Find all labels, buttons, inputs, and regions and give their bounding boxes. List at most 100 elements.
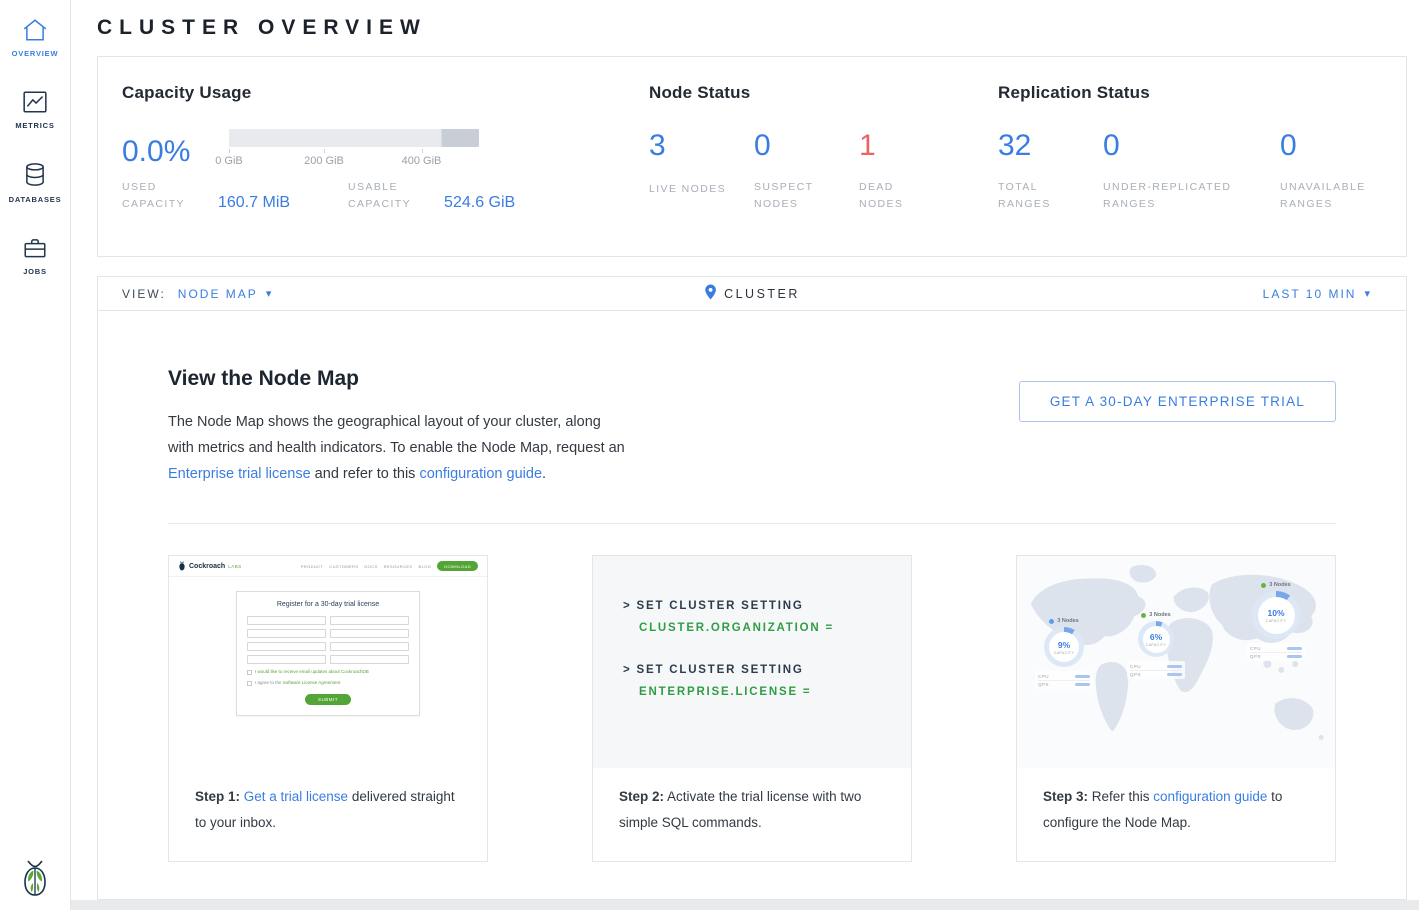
step1-caption: Step 1: Get a trial license delivered st…	[169, 768, 487, 836]
total-ranges-value: 32	[998, 129, 1103, 163]
dead-nodes-value: 1	[859, 129, 964, 163]
mock-submit-button: SUBMIT	[305, 694, 351, 705]
qps-label: QPS	[1038, 682, 1049, 687]
axis-tick	[422, 149, 423, 153]
mock-input	[247, 642, 326, 651]
mock-site-nav: PRODUCT CUSTOMERS DOCS RESOURCES BLOG DO…	[301, 561, 478, 571]
step3-caption: Step 3: Refer this configuration guide t…	[1017, 768, 1335, 836]
enterprise-trial-button[interactable]: GET A 30-DAY ENTERPRISE TRIAL	[1019, 381, 1336, 422]
mock-nav-item: RESOURCES	[384, 564, 413, 569]
mock-brand: Cockroach LABS	[178, 561, 242, 571]
capacity-gauge: 0.0% 0 GiB 200 GiB 400 GiB	[122, 129, 649, 171]
node-status-title: Node Status	[649, 83, 998, 103]
metric-bar	[1167, 673, 1182, 676]
node-map-marker: 3 Nodes 6% CAPACITY	[1127, 612, 1185, 679]
marker-metrics: CPU QPS	[1035, 671, 1093, 689]
description-text: and refer to this	[311, 466, 420, 482]
home-icon	[22, 18, 48, 42]
checkbox-icon	[247, 670, 252, 675]
capacity-donut: 6% CAPACITY	[1138, 621, 1174, 657]
mock-brand-suffix: LABS	[228, 564, 242, 569]
step3-label: Step 3:	[1043, 789, 1088, 804]
sidebar-item-overview[interactable]: OVERVIEW	[0, 0, 70, 72]
mock-checkbox-row: I agree to the Software License Agreemen…	[247, 680, 409, 686]
sidebar-item-databases[interactable]: DATABASES	[0, 144, 70, 218]
capacity-axis: 0 GiB 200 GiB 400 GiB	[229, 149, 479, 171]
mock-input	[330, 629, 409, 638]
usable-capacity-value: 524.6 GiB	[444, 194, 515, 213]
dead-nodes-stat: 1 DEAD NODES	[859, 129, 964, 213]
time-range-dropdown[interactable]: LAST 10 MIN ▾	[1263, 287, 1382, 301]
total-ranges-label: TOTAL RANGES	[998, 179, 1080, 213]
cpu-label: CPU	[1038, 674, 1049, 679]
live-nodes-stat: 3 LIVE NODES	[649, 129, 754, 213]
sql-statement: > SET CLUSTER SETTING ENTERPRISE.LICENSE…	[623, 664, 911, 698]
configuration-guide-link[interactable]: configuration guide	[419, 466, 542, 482]
step1-card: Cockroach LABS PRODUCT CUSTOMERS DOCS RE…	[168, 555, 488, 862]
enterprise-trial-license-link[interactable]: Enterprise trial license	[168, 466, 311, 482]
step2-caption: Step 2: Activate the trial license with …	[593, 768, 911, 836]
panel-head: View the Node Map The Node Map shows the…	[168, 367, 1336, 487]
page-footer-strip	[71, 900, 1419, 910]
donut-percent: 10%	[1267, 608, 1284, 618]
axis-tick-label: 0 GiB	[215, 155, 243, 167]
chevron-down-icon: ▾	[1364, 287, 1372, 300]
step1-label: Step 1:	[195, 789, 244, 804]
mock-input	[330, 642, 409, 651]
chevron-down-icon: ▾	[266, 287, 274, 300]
view-label: VIEW:	[122, 287, 166, 301]
sql-code-block: > SET CLUSTER SETTING CLUSTER.ORGANIZATI…	[593, 556, 911, 768]
databases-icon	[23, 162, 47, 188]
mock-nav-item: PRODUCT	[301, 564, 324, 569]
node-status-stats: 3 LIVE NODES 0 SUSPECT NODES 1 DEAD NODE…	[649, 129, 998, 213]
axis-tick-label: 400 GiB	[402, 155, 442, 167]
cpu-label: CPU	[1130, 664, 1141, 669]
metric-bar	[1287, 647, 1302, 650]
locality-dot	[1049, 619, 1054, 624]
used-capacity-label: USED CAPACITY	[122, 179, 204, 213]
unavailable-ranges-label: UNAVAILABLE RANGES	[1280, 179, 1385, 213]
sidebar-item-jobs[interactable]: JOBS	[0, 218, 70, 290]
metric-row: CPU	[1038, 673, 1090, 680]
get-trial-license-link[interactable]: Get a trial license	[244, 789, 348, 804]
map-pin-icon	[704, 284, 717, 303]
cockroach-logo	[0, 858, 70, 898]
mock-brand-name: Cockroach	[189, 563, 225, 570]
view-toolbar: VIEW: NODE MAP ▾ CLUSTER LAST 10 MIN	[98, 277, 1406, 311]
unavailable-ranges-value: 0	[1280, 129, 1385, 163]
axis-tick	[229, 149, 230, 153]
registration-screenshot: Cockroach LABS PRODUCT CUSTOMERS DOCS RE…	[169, 556, 487, 768]
configuration-guide-link[interactable]: configuration guide	[1153, 789, 1267, 804]
sidebar-item-label: METRICS	[15, 121, 54, 130]
donut-inner: 9% CAPACITY	[1049, 632, 1079, 662]
view-selector-dropdown[interactable]: NODE MAP ▾	[178, 287, 274, 301]
mock-checkbox-label: I would like to receive email updates ab…	[255, 669, 369, 675]
mock-input	[247, 616, 326, 625]
total-ranges-stat: 32 TOTAL RANGES	[998, 129, 1103, 213]
sidebar-item-metrics[interactable]: METRICS	[0, 72, 70, 144]
capacity-usage-title: Capacity Usage	[122, 83, 649, 103]
capacity-stats-row: USED CAPACITY 160.7 MiB USABLE CAPACITY …	[122, 179, 649, 213]
mock-nav-item: CUSTOMERS	[329, 564, 358, 569]
nodes-count-label: 3 Nodes	[1269, 582, 1290, 588]
donut-capacity-label: CAPACITY	[1266, 619, 1286, 623]
time-range-value: LAST 10 MIN	[1263, 287, 1357, 301]
description-text: The Node Map shows the geographical layo…	[168, 414, 625, 456]
suspect-nodes-stat: 0 SUSPECT NODES	[754, 129, 859, 213]
mock-input	[330, 655, 409, 664]
marker-head: 3 Nodes	[1049, 618, 1078, 624]
node-status-section: Node Status 3 LIVE NODES 0 SUSPECT NODES…	[649, 83, 998, 256]
metric-bar	[1075, 675, 1090, 678]
metric-row: QPS	[1250, 652, 1302, 659]
node-map-marker: 3 Nodes 10% CAPACITY	[1247, 582, 1305, 661]
marker-metrics: CPU QPS	[1247, 643, 1305, 661]
mock-input	[247, 655, 326, 664]
under-replicated-ranges-stat: 0 UNDER-REPLICATED RANGES	[1103, 129, 1280, 213]
mock-input	[330, 616, 409, 625]
suspect-nodes-value: 0	[754, 129, 859, 163]
capacity-percent: 0.0%	[122, 135, 197, 169]
mock-site-header: Cockroach LABS PRODUCT CUSTOMERS DOCS RE…	[169, 556, 487, 577]
capacity-donut: 9% CAPACITY	[1044, 627, 1084, 667]
registration-form-title: Register for a 30-day trial license	[247, 601, 409, 608]
mock-checkbox-text: I agree to the	[255, 680, 283, 685]
